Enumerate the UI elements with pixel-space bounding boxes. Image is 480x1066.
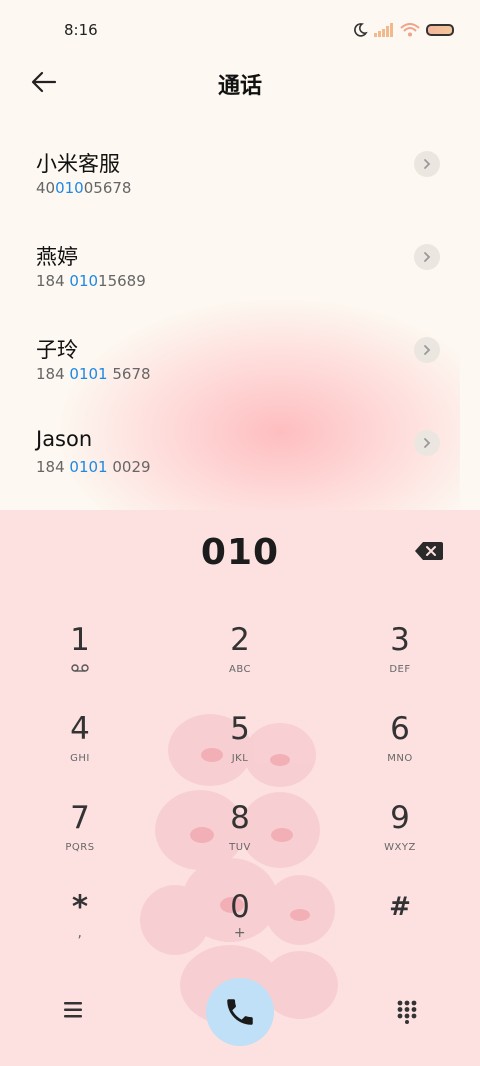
- contact-name: 子玲: [36, 338, 78, 362]
- contact-detail-button[interactable]: [414, 244, 440, 270]
- battery-icon: [426, 24, 454, 36]
- contact-number: 184 0101 0029: [36, 458, 151, 476]
- page-title: 通话: [217, 74, 262, 99]
- backspace-button[interactable]: [414, 540, 444, 562]
- keypad-toggle-button[interactable]: [396, 1000, 418, 1024]
- key-2[interactable]: 2 ABC: [180, 622, 300, 702]
- key-3[interactable]: 3 DEF: [340, 622, 460, 702]
- wifi-icon: [400, 23, 420, 37]
- call-button[interactable]: [206, 978, 274, 1046]
- contact-name: 小米客服: [36, 152, 120, 176]
- contact-number: 184 0101 5678: [36, 365, 151, 383]
- dialpad-icon: [397, 1000, 417, 1024]
- key-9[interactable]: 9 WXYZ: [340, 800, 460, 880]
- voicemail-icon: [71, 664, 89, 672]
- phone-icon: [227, 999, 253, 1025]
- key-4[interactable]: 4 GHI: [20, 711, 140, 791]
- contact-row[interactable]: 小米客服 4001005678: [0, 120, 480, 213]
- bottom-action-bar: [0, 960, 480, 1060]
- key-star[interactable]: * ,: [20, 889, 140, 969]
- key-6[interactable]: 6 MNO: [340, 711, 460, 791]
- chevron-right-icon: [424, 438, 431, 448]
- header: 通话: [0, 60, 480, 106]
- menu-button[interactable]: [62, 1000, 86, 1020]
- chevron-right-icon: [424, 159, 431, 169]
- moon-icon: [354, 23, 368, 37]
- key-5[interactable]: 5 JKL: [180, 711, 300, 791]
- chevron-right-icon: [424, 345, 431, 355]
- key-1[interactable]: 1: [20, 622, 140, 702]
- contact-detail-button[interactable]: [414, 337, 440, 363]
- contact-row[interactable]: Jason 184 0101 0029: [0, 399, 480, 492]
- status-time: 8:16: [64, 21, 98, 39]
- contact-name: Jason: [36, 427, 93, 451]
- contact-row[interactable]: 燕婷 184 01015689: [0, 213, 480, 306]
- menu-icon: [64, 1002, 82, 1018]
- contact-detail-button[interactable]: [414, 430, 440, 456]
- key-7[interactable]: 7 PQRS: [20, 800, 140, 880]
- contact-row[interactable]: 子玲 184 0101 5678: [0, 306, 480, 399]
- signal-icon: [374, 23, 393, 37]
- dial-input-display[interactable]: 010: [0, 532, 480, 573]
- status-icons: [352, 22, 454, 38]
- backspace-icon: [415, 542, 443, 560]
- key-8[interactable]: 8 TUV: [180, 800, 300, 880]
- key-hash[interactable]: #: [340, 889, 460, 969]
- contact-number: 184 01015689: [36, 272, 146, 290]
- chevron-right-icon: [424, 252, 431, 262]
- key-0[interactable]: 0 +: [180, 889, 300, 969]
- contact-detail-button[interactable]: [414, 151, 440, 177]
- contact-number: 4001005678: [36, 179, 132, 197]
- contact-name: 燕婷: [36, 245, 78, 269]
- contact-list: 小米客服 4001005678 燕婷 184 01015689 子玲 184 0…: [0, 120, 480, 492]
- status-bar: 8:16: [0, 0, 480, 60]
